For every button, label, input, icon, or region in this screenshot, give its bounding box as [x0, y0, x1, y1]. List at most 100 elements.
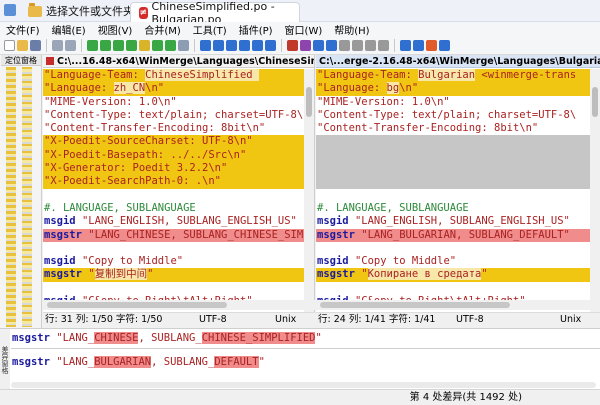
toolbar	[0, 37, 600, 55]
text-line	[316, 281, 590, 296]
zoom-icon[interactable]	[365, 40, 376, 51]
right-pane-header: C:\...erge-2.16.48-x64\WinMerge\Language…	[316, 55, 600, 68]
current-diff-icon[interactable]	[139, 40, 150, 51]
swap-panes-icon[interactable]	[313, 40, 324, 51]
left-horizontal-scrollbar[interactable]	[43, 300, 315, 310]
scroll-thumb[interactable]	[320, 302, 510, 308]
location-pane-label: 定位窗格	[1, 55, 41, 66]
missing-line	[316, 135, 590, 149]
toolbar-separator	[194, 39, 195, 52]
text-line: msgid "Copy to Middle"	[316, 255, 590, 269]
location-bar-right[interactable]	[22, 67, 32, 327]
right-vertical-scrollbar[interactable]	[590, 69, 600, 312]
compare-icon[interactable]	[287, 40, 298, 51]
detail-left-line[interactable]: msgstr "LANG_CHINESE, SUBLANG_CHINESE_SI…	[12, 332, 322, 344]
script-icon[interactable]	[413, 40, 424, 51]
tab-label: 选择文件或文件夹	[46, 5, 134, 18]
winmerge-icon: ≠	[139, 6, 148, 19]
diff-options-icon[interactable]	[178, 40, 189, 51]
right-file-path: C:\...erge-2.16.48-x64\WinMerge\Language…	[319, 56, 600, 67]
settings-icon[interactable]	[439, 40, 450, 51]
text-line: "X-Poedit-Basepath: ../../Src\n"	[43, 148, 304, 163]
text-line: "Language-Team: Bulgarian <winmerge-tran…	[316, 69, 590, 83]
location-pane[interactable]: 定位窗格	[0, 55, 42, 328]
menu-view[interactable]: 视图(V)	[98, 22, 133, 37]
options-icon[interactable]	[339, 40, 350, 51]
undo-icon[interactable]	[52, 40, 63, 51]
scroll-thumb[interactable]	[592, 87, 598, 117]
text-line: "Language-Team: ChineseSimplified	[43, 69, 304, 83]
menu-file[interactable]: 文件(F)	[6, 22, 40, 37]
text-line	[43, 281, 304, 296]
right-pane-status: 行: 24 列: 1/41 字符: 1/41 UTF-8 Unix	[316, 312, 600, 326]
scroll-thumb[interactable]	[47, 302, 227, 308]
text-line: "X-Poedit-SourceCharset: UTF-8\n"	[43, 135, 304, 149]
first-diff-icon[interactable]	[87, 40, 98, 51]
menu-plugins[interactable]: 插件(P)	[239, 22, 273, 37]
copy-left-icon[interactable]	[213, 40, 224, 51]
copy-right-icon[interactable]	[200, 40, 211, 51]
menu-merge[interactable]: 合并(M)	[144, 22, 180, 37]
last-diff-icon[interactable]	[126, 40, 137, 51]
merge-icon[interactable]	[300, 40, 311, 51]
menu-window[interactable]: 窗口(W)	[285, 22, 323, 37]
next-diff-icon[interactable]	[113, 40, 124, 51]
text-line: "Language: bg\n"	[316, 82, 590, 96]
menu-tools[interactable]: 工具(T)	[193, 22, 227, 37]
detail-right-line[interactable]: msgstr "LANG_BULGARIAN, SUBLANG_DEFAULT"	[12, 356, 265, 368]
left-cursor-position: 行: 31 列: 1/50 字符: 1/50	[45, 314, 163, 325]
text-line: msgstr "复制到中间"	[43, 268, 304, 282]
toolbar-separator	[394, 39, 395, 52]
tab-file-compare[interactable]: ≠ ChineseSimplified.po - Bulgarian.po	[130, 0, 300, 26]
redo-icon[interactable]	[65, 40, 76, 51]
folder-icon	[28, 2, 42, 17]
scroll-thumb[interactable]	[306, 87, 312, 117]
toolbar-separator	[46, 39, 47, 52]
left-text-lines[interactable]: "Language-Team: ChineseSimplified "Langu…	[43, 69, 304, 309]
text-line: msgid "LANG_ENGLISH, SUBLANG_ENGLISH_US"	[316, 215, 590, 229]
open-icon[interactable]	[17, 40, 28, 51]
detail-separator	[11, 348, 600, 349]
diff-detail-pane[interactable]: 差异窗格 msgstr "LANG_CHINESE, SUBLANG_CHINE…	[0, 328, 600, 390]
plugin-icon[interactable]	[400, 40, 411, 51]
right-text-lines[interactable]: "Language-Team: Bulgarian <winmerge-tran…	[316, 69, 590, 309]
text-line: msgstr "LANG_BULGARIAN, SUBLANG_DEFAULT"	[316, 228, 590, 242]
menu-help[interactable]: 帮助(H)	[334, 22, 369, 37]
text-line: "Content-Type: text/plain; charset=UTF-8…	[316, 108, 590, 123]
new-icon[interactable]	[4, 40, 15, 51]
right-diff-pane[interactable]: C:\...erge-2.16.48-x64\WinMerge\Language…	[316, 55, 600, 312]
copy-left-advance-icon[interactable]	[239, 40, 250, 51]
edit-icon[interactable]	[426, 40, 437, 51]
view-icon[interactable]	[378, 40, 389, 51]
text-line: "Language: zh_CN\n"	[43, 82, 304, 96]
title-bar: 选择文件或文件夹 ≠ ChineseSimplified.po - Bulgar…	[0, 0, 600, 26]
text-line: #. LANGUAGE, SUBLANGUAGE	[316, 201, 590, 216]
text-line: "X-Generator: Poedit 3.2.2\n"	[43, 162, 304, 176]
right-eol: Unix	[560, 314, 582, 325]
left-pane-header: C:\...16.48-x64\WinMerge\Languages\Chine…	[43, 55, 314, 68]
copy-right-advance-icon[interactable]	[226, 40, 237, 51]
text-line: "Content-Transfer-Encoding: 8bit\n"	[316, 122, 590, 136]
prev-diff-icon[interactable]	[100, 40, 111, 51]
copy-all-right-icon[interactable]	[252, 40, 263, 51]
save-icon[interactable]	[30, 40, 41, 51]
right-horizontal-scrollbar[interactable]	[316, 300, 600, 310]
modified-indicator-icon	[46, 57, 54, 65]
refresh-icon[interactable]	[326, 40, 337, 51]
prev-conflict-icon[interactable]	[152, 40, 163, 51]
left-vertical-scrollbar[interactable]	[304, 69, 314, 312]
text-line: msgstr "Копиране в средата"	[316, 268, 590, 282]
menu-edit[interactable]: 编辑(E)	[52, 22, 86, 37]
filter-icon[interactable]	[352, 40, 363, 51]
location-bar-left[interactable]	[6, 67, 16, 327]
next-conflict-icon[interactable]	[165, 40, 176, 51]
app-menu-icon[interactable]	[4, 4, 16, 16]
left-diff-pane[interactable]: C:\...16.48-x64\WinMerge\Languages\Chine…	[43, 55, 315, 312]
text-line: "Content-Type: text/plain; charset=UTF-8…	[43, 108, 304, 123]
status-bar: 第 4 处差异(共 1492 处)	[0, 389, 600, 405]
copy-all-left-icon[interactable]	[265, 40, 276, 51]
detail-horizontal-scrollbar[interactable]	[11, 382, 596, 388]
diff-pane-label: 差异窗格	[0, 329, 10, 390]
text-line	[43, 188, 304, 202]
missing-line	[316, 148, 590, 163]
